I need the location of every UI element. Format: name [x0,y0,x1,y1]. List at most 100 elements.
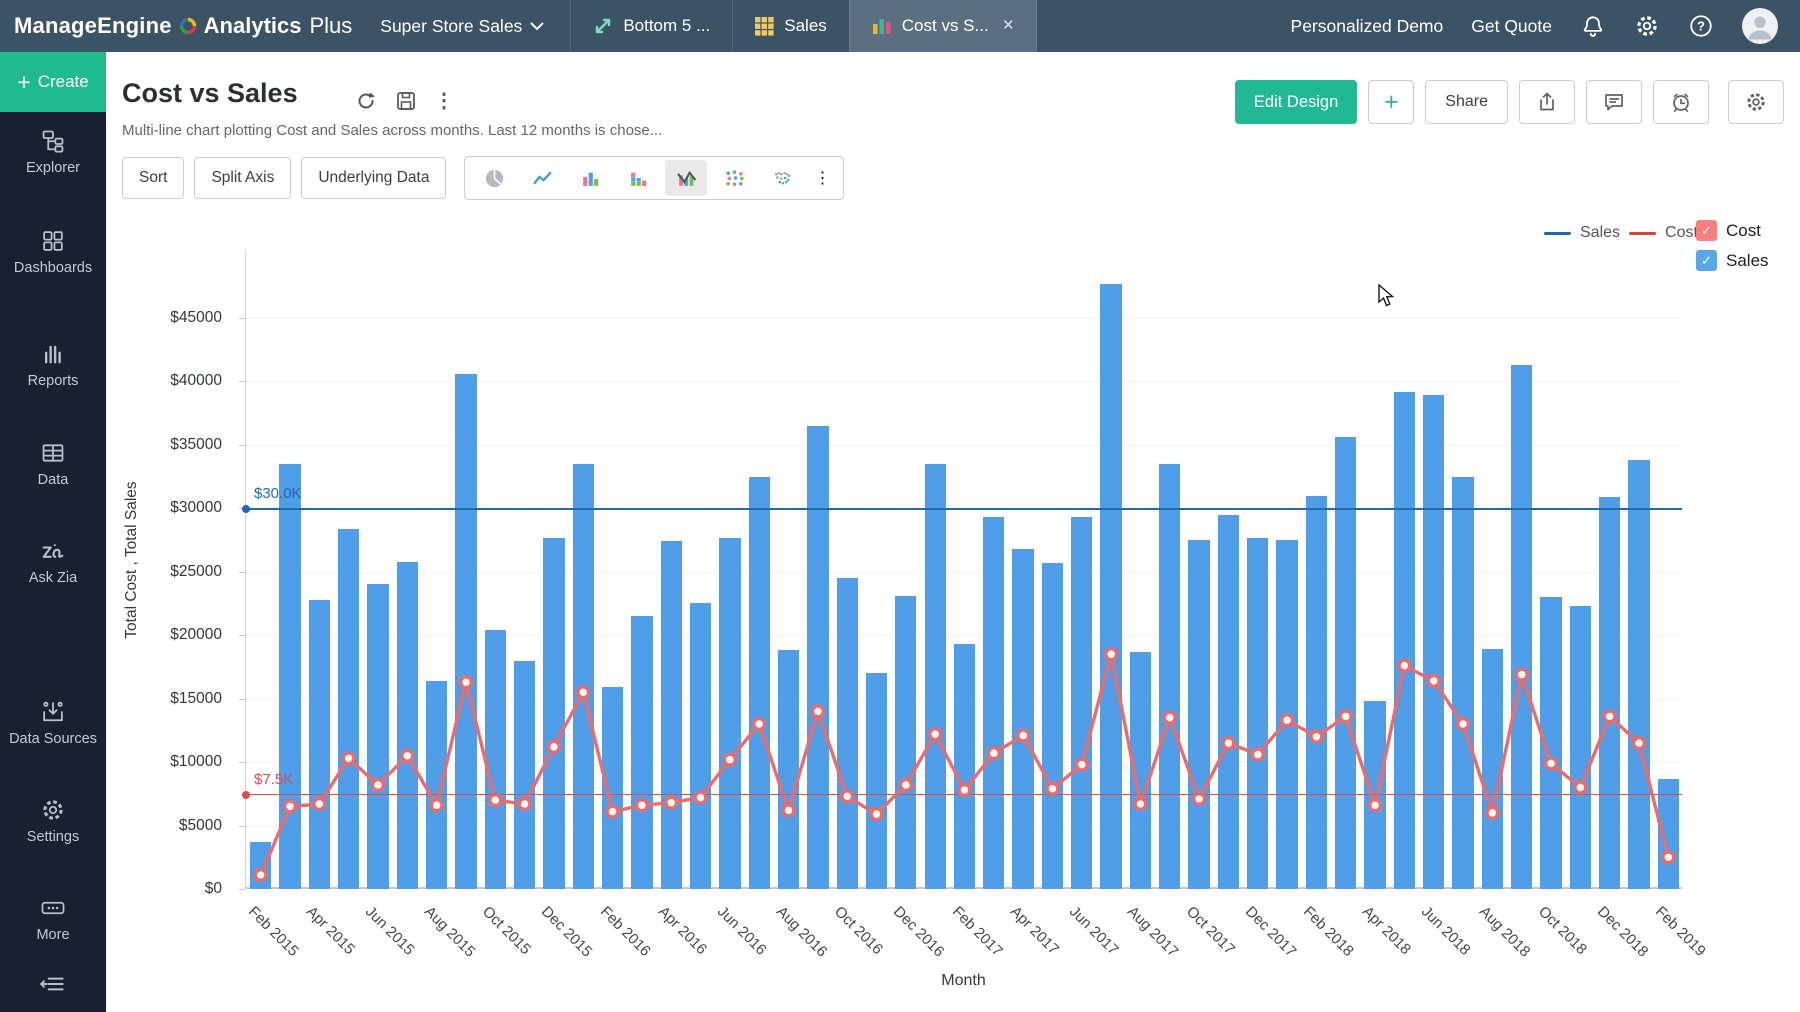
cost-point[interactable] [1311,731,1322,742]
cost-point[interactable] [255,870,266,881]
add-button[interactable]: + [1368,80,1414,124]
cost-point[interactable] [549,741,560,752]
title-kebab-menu-icon[interactable]: ⋮ [434,88,454,113]
cost-point[interactable] [724,754,735,765]
cost-point[interactable] [1047,783,1058,794]
cost-point[interactable] [490,795,501,806]
admin-gear-icon[interactable] [1634,13,1660,39]
sales-series-toggle[interactable]: ✓ Sales [1696,250,1769,271]
sort-button[interactable]: Sort [122,157,184,199]
personalized-demo-link[interactable]: Personalized Demo [1291,16,1444,37]
cost-point[interactable] [988,748,999,759]
cost-point[interactable] [1164,712,1175,723]
user-avatar[interactable] [1742,8,1778,44]
help-icon[interactable]: ? [1688,13,1714,39]
sidebar-item-dashboards[interactable]: Dashboards [0,228,106,292]
cost-point[interactable] [1370,800,1381,811]
sidebar-item-more[interactable]: More [0,895,106,959]
comments-button[interactable] [1586,80,1642,124]
cost-point[interactable] [1135,799,1146,810]
sidebar-item-data-sources[interactable]: Data Sources [0,699,106,763]
combo-chart-type-button[interactable] [665,160,707,196]
cost-point[interactable] [1076,759,1087,770]
cost-point[interactable] [1546,758,1557,769]
cost-point[interactable] [871,809,882,820]
get-quote-link[interactable]: Get Quote [1471,16,1552,37]
underlying-data-button[interactable]: Underlying Data [301,157,446,199]
cost-point[interactable] [578,687,589,698]
cost-point[interactable] [1018,730,1029,741]
sidebar-item-explorer[interactable]: Explorer [0,128,106,192]
share-button[interactable]: Share [1425,80,1508,124]
cost-point[interactable] [959,785,970,796]
workspace-selector[interactable]: Super Store Sales [380,0,544,52]
tab-sales[interactable]: Sales [732,0,849,52]
cost-point[interactable] [431,800,442,811]
cost-point[interactable] [314,799,325,810]
cost-point[interactable] [666,797,677,808]
line-chart-type-button[interactable] [521,160,563,196]
sidebar-item-data[interactable]: Data [0,440,106,504]
cost-point[interactable] [607,806,618,817]
edit-design-button[interactable]: Edit Design [1235,80,1357,124]
cost-point[interactable] [1399,660,1410,671]
sidebar-item-ask-zia[interactable]: Ask Zia [0,538,106,602]
cost-point[interactable] [1282,715,1293,726]
cost-point[interactable] [842,791,853,802]
cost-point[interactable] [1575,782,1586,793]
cost-checkbox[interactable]: ✓ [1696,220,1717,241]
cost-point[interactable] [900,780,911,791]
cost-point[interactable] [812,706,823,717]
cost-point[interactable] [783,805,794,816]
stacked-bar-chart-type-button[interactable] [617,160,659,196]
tab-close-icon[interactable]: × [1003,15,1014,37]
pie-chart-type-button[interactable] [473,160,515,196]
cost-point[interactable] [1516,669,1527,680]
cost-point[interactable] [1106,649,1117,660]
create-button[interactable]: + Create [0,52,106,112]
cost-point[interactable] [1458,719,1469,730]
cost-point[interactable] [1604,711,1615,722]
export-button[interactable] [1519,80,1575,124]
cost-point[interactable] [1634,738,1645,749]
y-tick-mark [239,889,245,890]
report-settings-button[interactable] [1728,80,1784,124]
cost-point[interactable] [695,792,706,803]
cost-point[interactable] [285,801,296,812]
cost-point[interactable] [1428,676,1439,687]
cost-point[interactable] [637,800,648,811]
refresh-icon[interactable] [354,89,378,113]
y-tick-label: $40000 [170,372,222,390]
tab-bottom-5[interactable]: Bottom 5 ... [570,0,732,52]
sidebar-collapse-button[interactable] [0,972,106,996]
cost-point[interactable] [343,753,354,764]
cost-point[interactable] [1252,749,1263,760]
top-navigation: ManageEngine Analytics Plus Super Store … [0,0,1800,52]
alerts-button[interactable] [1653,80,1709,124]
cost-point[interactable] [930,729,941,740]
bar-chart-type-button[interactable] [569,160,611,196]
save-icon[interactable] [394,89,418,113]
cost-series-toggle[interactable]: ✓ Cost [1696,220,1769,241]
cost-point[interactable] [1340,711,1351,722]
cost-point[interactable] [519,799,530,810]
cost-point[interactable] [1194,794,1205,805]
notifications-bell-icon[interactable] [1580,13,1606,39]
more-chart-types-kebab-icon[interactable]: ⋮ [809,160,835,196]
cost-point[interactable] [1223,738,1234,749]
cost-point[interactable] [461,677,472,688]
cost-point[interactable] [1663,852,1674,863]
x-tick-label: Jun 2016 [714,903,770,959]
split-axis-button[interactable]: Split Axis [194,157,291,199]
sidebar-item-reports[interactable]: Reports [0,341,106,405]
tab-cost-vs-sales[interactable]: Cost vs S... × [849,0,1037,52]
cost-point[interactable] [1487,807,1498,818]
brand-logo[interactable]: ManageEngine Analytics Plus [0,0,352,52]
sidebar-item-settings[interactable]: Settings [0,797,106,861]
sales-checkbox[interactable]: ✓ [1696,250,1717,271]
map-chart-type-button[interactable] [761,160,803,196]
scatter-chart-type-button[interactable] [713,160,755,196]
cost-point[interactable] [402,750,413,761]
cost-point[interactable] [754,719,765,730]
cost-point[interactable] [373,780,384,791]
